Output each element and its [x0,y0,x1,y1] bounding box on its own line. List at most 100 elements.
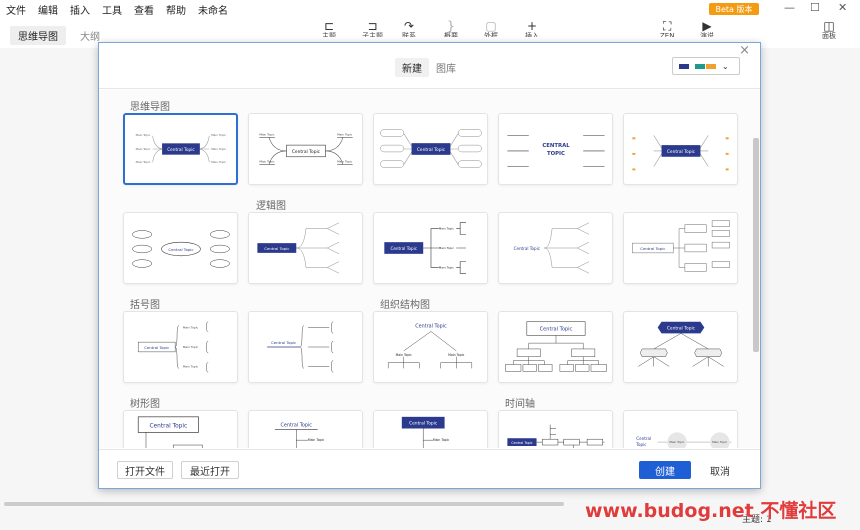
template-timeline-2[interactable]: Central Topic Main Topic Main Topic [623,410,738,448]
panel-label: 面板 [822,32,836,40]
category-logic: 逻辑图 [256,201,286,212]
main-topic-text: Main Topic [448,353,465,357]
main-topic-text: Main Topic [259,160,275,164]
dialog-footer: 打开文件 最近打开 创建 取消 [99,449,760,489]
template-mindmap-6[interactable]: Central Topic [123,212,238,284]
main-topic-text: Main Topic [712,440,728,444]
main-topic-text: Main Topic [183,326,199,330]
template-mindmap-5[interactable]: Central Topic [623,113,738,185]
chevron-down-icon: ⌄ [722,61,729,71]
central-topic-text: Central Topic [271,340,296,345]
main-topic-text: Main Topic [211,147,226,151]
presentation-icon: ▶ [702,19,712,33]
central-topic-text: Central Topic [409,421,438,427]
beta-badge[interactable]: Beta 版本 [709,3,759,15]
child-topic-icon: ⊐ [367,19,378,33]
recent-files-button[interactable]: 最近打开 [181,461,239,479]
scroll-thumb[interactable] [4,502,564,506]
tab-mindmap[interactable]: 思维导图 [10,26,66,45]
tab-gallery[interactable]: 图库 [429,58,463,77]
dialog-header: 新建 图库 × ⌄ [99,43,760,89]
template-tree-3[interactable]: Central Topic Main Topic [373,410,488,448]
template-mindmap-2[interactable]: Central Topic Main Topic Main Topic Main… [248,113,363,185]
svg-text:CENTRAL: CENTRAL [542,143,570,149]
template-preview: Central Topic [257,222,340,274]
template-org-2[interactable]: Central Topic [498,311,613,383]
vertical-scrollbar[interactable] [753,138,759,352]
template-org-3[interactable]: Central Topic [623,311,738,383]
template-preview: Central Topic [380,129,482,168]
main-topic-text: Main Topic [308,438,325,442]
menu-view[interactable]: 查看 [128,2,160,17]
minimize-icon[interactable]: — [784,1,795,14]
insert-button[interactable]: + 插入 [525,20,539,37]
template-timeline-1[interactable]: Central Topic [498,410,613,448]
main-topic-text: Main Topic [337,132,353,136]
topic-label: 主题 [322,32,336,37]
create-button[interactable]: 创建 [639,461,691,479]
boundary-button[interactable]: ▢ 外框 [484,20,498,37]
template-preview: Central Topic [507,424,605,448]
topic-button[interactable]: ⊏ 主题 [322,20,336,37]
main-topic-text: Main Topic [183,364,199,368]
template-preview: Central Topic [514,222,590,274]
theme-selector[interactable]: ⌄ [672,57,740,75]
tab-new[interactable]: 新建 [395,58,429,77]
panel-button[interactable]: ◫ 面板 [822,20,836,41]
template-preview: Central Topic Main Topic Main Topic [635,432,732,448]
new-file-dialog: 新建 图库 × ⌄ 思维导图 逻辑图 括号图 组织结构图 树形图 时间轴 Cen… [98,42,761,489]
cancel-button[interactable]: 取消 [699,461,741,479]
template-brace-1[interactable]: Central Topic Main Topic Main Topic Main T… [123,311,238,383]
summary-icon: } [447,19,455,33]
summary-button[interactable]: } 概要 [444,20,458,37]
category-brace: 括号图 [130,300,160,311]
template-mindmap-4[interactable]: CENTRAL TOPIC [498,113,613,185]
template-preview: Central Topic [505,321,607,372]
template-mindmap-1[interactable]: Central Topic Main Topic Main Topic Main… [123,113,238,185]
central-topic-text: Central Topic [391,246,417,251]
template-brace-2[interactable]: Central Topic [248,311,363,383]
category-mindmap: 思维导图 [130,102,170,113]
template-org-1[interactable]: Central Topic Main Topic Main Topic [373,311,488,383]
main-topic-text: Main Topic [211,160,226,164]
template-tree-2[interactable]: Central Topic Main Topic [248,410,363,448]
template-logic-2[interactable]: Central Topic Main Topic Main Topic Main T… [373,212,488,284]
presentation-button[interactable]: ▶ 演说 [700,20,714,37]
main-topic-text: Main Topic [211,133,226,137]
svg-text:TOPIC: TOPIC [547,151,565,157]
template-grid: 思维导图 逻辑图 括号图 组织结构图 树形图 时间轴 Central Topic… [99,90,760,448]
template-logic-3[interactable]: Central Topic [498,212,613,284]
zen-label: ZEN [660,32,675,37]
central-topic-text: Central Topic [417,147,446,153]
zen-button[interactable]: ⛶ ZEN [660,20,674,37]
main-topic-text: Main Topic [396,353,413,357]
open-file-button[interactable]: 打开文件 [117,461,173,479]
menu-bar: 文件 编辑 插入 工具 查看 帮助 未命名 Beta 版本 — ☐ ✕ [0,0,860,18]
menu-insert[interactable]: 插入 [64,2,96,17]
theme-swatches [679,63,716,69]
subtopic-button[interactable]: ⊐ 子主题 [362,20,383,37]
presentation-label: 演说 [700,32,714,37]
close-window-icon[interactable]: ✕ [838,1,847,14]
maximize-icon[interactable]: ☐ [810,1,820,14]
template-mindmap-3[interactable]: Central Topic [373,113,488,185]
template-logic-1[interactable]: Central Topic [248,212,363,284]
central-topic-text: Central Topic [144,345,169,350]
category-org: 组织结构图 [380,300,430,311]
menu-help[interactable]: 帮助 [160,2,192,17]
central-topic-text: Central Topic [292,149,321,155]
relationship-button[interactable]: ↷ 联系 [402,20,416,37]
template-tree-1[interactable]: Central Topic [123,410,238,448]
template-preview: Central Topic [632,220,730,272]
document-title: 未命名 [198,5,228,17]
template-logic-4[interactable]: Central Topic [623,212,738,284]
menu-file[interactable]: 文件 [0,2,32,17]
boundary-icon: ▢ [485,19,497,33]
panel-icon: ◫ [823,19,835,33]
template-preview: Central Topic Main Topic Main Topic Main… [259,132,353,165]
menu-tools[interactable]: 工具 [96,2,128,17]
close-icon[interactable]: × [739,43,750,58]
view-tabs: 思维导图 大纲 [10,26,108,45]
swatch-teal [695,63,705,69]
menu-edit[interactable]: 编辑 [32,2,64,17]
